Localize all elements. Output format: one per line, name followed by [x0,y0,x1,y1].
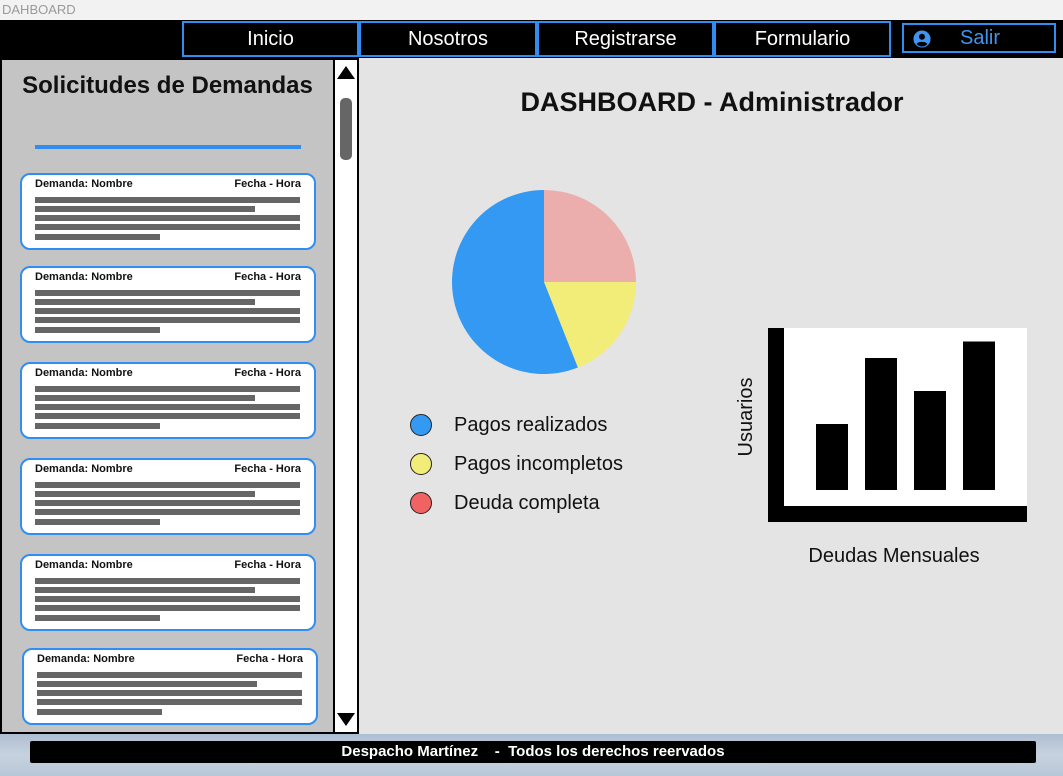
nav-formulario[interactable]: Formulario [714,21,891,57]
demand-name-label: Demanda: Nombre [35,178,133,190]
legend-label: Pagos realizados [454,414,608,436]
text-placeholder-line [37,690,302,696]
text-placeholder-line [37,681,257,687]
demand-datetime-label: Fecha - Hora [234,367,301,379]
demand-datetime-label: Fecha - Hora [234,178,301,190]
demand-name-label: Demanda: Nombre [35,367,133,379]
footer: Despacho Martínez - Todos los derechos r… [0,734,1063,776]
text-placeholder-line [35,197,300,203]
legend-swatch [410,414,432,436]
demand-datetime-label: Fecha - Hora [234,463,301,475]
scroll-down-icon[interactable] [337,713,355,726]
y-axis-label: Usuarios [735,378,757,457]
demand-card[interactable]: Demanda: Nombre Fecha - Hora [20,458,316,535]
demand-requests-panel: Solicitudes de Demandas Demanda: Nombre … [0,58,359,734]
text-placeholder-line [35,395,255,401]
text-placeholder-line [37,672,302,678]
scroll-up-icon[interactable] [337,66,355,79]
sidebar-title: Solicitudes de Demandas [22,72,313,99]
text-placeholder-line [35,596,300,602]
text-placeholder-line [35,206,255,212]
text-placeholder-line [35,215,300,221]
text-placeholder-line [35,290,300,296]
demand-card[interactable]: Demanda: Nombre Fecha - Hora [20,173,316,250]
demand-datetime-label: Fecha - Hora [234,559,301,571]
demand-name-label: Demanda: Nombre [35,463,133,475]
text-placeholder-line [35,587,255,593]
bar-2 [914,391,946,490]
text-placeholder-line [35,519,160,525]
text-placeholder-line [35,413,300,419]
text-placeholder-line [37,699,302,705]
text-placeholder-line [35,491,255,497]
monthly-debts-bar-chart: Usuarios [735,328,1027,522]
logout-button[interactable]: Salir [902,23,1056,53]
x-axis [768,506,1027,522]
text-placeholder-line [35,423,160,429]
footer-copyright: Despacho Martínez - Todos los derechos r… [30,741,1036,763]
nav-nosotros[interactable]: Nosotros [359,21,537,57]
text-placeholder-line [35,299,255,305]
text-placeholder-line [37,709,162,715]
legend-label: Deuda completa [454,492,600,514]
logout-label: Salir [960,27,1001,49]
title-divider [35,145,301,149]
user-circle-icon [913,30,931,48]
text-placeholder-line [35,317,300,323]
text-placeholder-line [35,224,300,230]
x-axis-label: Deudas Mensuales [808,545,980,567]
bar-1 [865,358,897,490]
text-placeholder-line [35,386,300,392]
legend-label: Pagos incompletos [454,453,623,475]
top-navbar: Inicio Nosotros Registrarse Formulario S… [0,20,1063,58]
pie-slice-0 [544,190,636,282]
demand-list: Solicitudes de Demandas Demanda: Nombre … [2,60,333,732]
text-placeholder-line [35,308,300,314]
scroll-thumb[interactable] [340,98,352,160]
window-title: DAHBOARD [0,0,1063,20]
legend-swatch [410,492,432,514]
text-placeholder-line [35,327,160,333]
payments-pie-chart [452,190,636,374]
demand-datetime-label: Fecha - Hora [234,271,301,283]
demand-name-label: Demanda: Nombre [37,653,135,665]
bar-0 [816,424,848,490]
text-placeholder-line [35,234,160,240]
bar-3 [963,341,995,490]
legend-swatch [410,453,432,475]
text-placeholder-line [35,615,160,621]
text-placeholder-line [35,404,300,410]
demand-card[interactable]: Demanda: Nombre Fecha - Hora [22,648,318,725]
demand-card[interactable]: Demanda: Nombre Fecha - Hora [20,554,316,631]
text-placeholder-line [35,578,300,584]
sidebar-scrollbar[interactable] [335,60,357,732]
demand-datetime-label: Fecha - Hora [236,653,303,665]
y-axis [768,328,784,522]
demand-card[interactable]: Demanda: Nombre Fecha - Hora [20,266,316,343]
page-title: DASHBOARD - Administrador [520,87,904,117]
nav-inicio[interactable]: Inicio [182,21,359,57]
demand-card[interactable]: Demanda: Nombre Fecha - Hora [20,362,316,439]
nav-registrarse[interactable]: Registrarse [537,21,714,57]
text-placeholder-line [35,500,300,506]
text-placeholder-line [35,509,300,515]
text-placeholder-line [35,482,300,488]
text-placeholder-line [35,605,300,611]
demand-name-label: Demanda: Nombre [35,559,133,571]
demand-name-label: Demanda: Nombre [35,271,133,283]
